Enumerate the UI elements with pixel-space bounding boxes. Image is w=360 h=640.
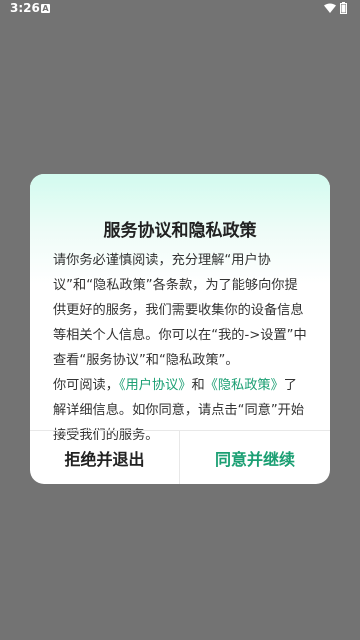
privacy-policy-link[interactable]: 《隐私政策》 [205, 378, 284, 393]
dialog-body: 请你务必谨慎阅读，充分理解“用户协议”和“隐私政策”各条款，为了能够向你提供更好… [53, 248, 309, 448]
user-agreement-link[interactable]: 《用户协议》 [119, 378, 192, 393]
dialog-title: 服务协议和隐私政策 [103, 221, 257, 241]
agree-continue-button[interactable]: 同意并继续 [180, 431, 330, 484]
battery-icon [340, 2, 347, 14]
privacy-consent-dialog: 服务协议和隐私政策 请你务必谨慎阅读，充分理解“用户协议”和“隐私政策”各条款，… [30, 174, 330, 484]
dialog-paragraph-1: 请你务必谨慎阅读，充分理解“用户协议”和“隐私政策”各条款，为了能够向你提供更好… [53, 253, 307, 368]
status-time: 3:26 [10, 1, 40, 15]
and-text: 和 [191, 378, 205, 393]
status-bar: 3:26 A [0, 0, 360, 18]
paragraph-2-prefix: 你可阅读， [53, 378, 119, 393]
wifi-icon [324, 3, 336, 13]
reject-exit-button[interactable]: 拒绝并退出 [30, 431, 179, 484]
notification-icon: A [41, 4, 50, 13]
